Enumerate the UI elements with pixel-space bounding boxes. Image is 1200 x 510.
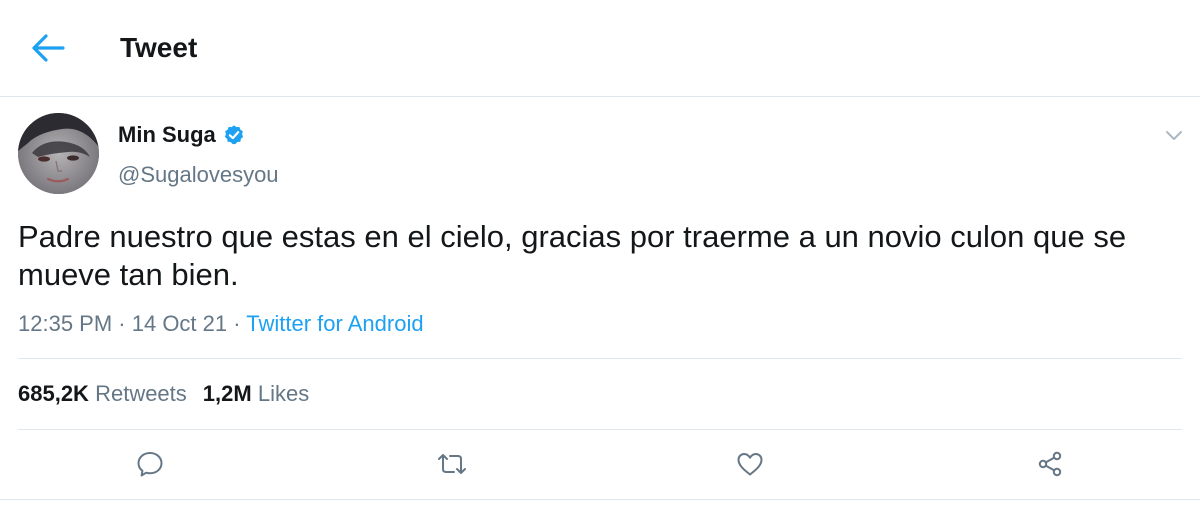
display-name[interactable]: Min Suga bbox=[118, 122, 216, 148]
action-bar bbox=[0, 440, 1200, 490]
divider bbox=[18, 358, 1182, 359]
share-icon bbox=[1038, 451, 1062, 477]
back-button[interactable] bbox=[26, 28, 70, 68]
retweets-count: 685,2K bbox=[18, 381, 89, 406]
retweet-icon bbox=[438, 454, 466, 474]
separator: · bbox=[227, 311, 247, 336]
separator: · bbox=[112, 311, 132, 336]
likes-count: 1,2M bbox=[202, 381, 252, 406]
profile-photo-image bbox=[18, 113, 99, 194]
share-button[interactable] bbox=[1032, 446, 1068, 482]
likes-label: Likes bbox=[257, 381, 310, 406]
retweet-button[interactable] bbox=[434, 446, 470, 482]
user-handle[interactable]: @Sugalovesyou bbox=[118, 162, 279, 188]
like-button[interactable] bbox=[732, 446, 768, 482]
likes-stat[interactable]: 1,2M Likes bbox=[203, 381, 309, 406]
tweet-metadata: 12:35 PM · 14 Oct 21 · Twitter for Andro… bbox=[18, 311, 424, 337]
chevron-down-icon bbox=[1166, 131, 1182, 140]
tweet-stats: 685,2K Retweets 1,2M Likes bbox=[18, 381, 309, 407]
tweet-time: 12:35 PM bbox=[18, 311, 113, 336]
top-bar: Tweet bbox=[0, 0, 1200, 97]
verified-badge-icon bbox=[223, 124, 245, 146]
tweet-source-link[interactable]: Twitter for Android bbox=[246, 311, 423, 336]
divider bbox=[0, 499, 1200, 500]
like-icon bbox=[737, 453, 763, 476]
tweet-text: Padre nuestro que estas en el cielo, gra… bbox=[18, 219, 1127, 292]
divider bbox=[18, 429, 1182, 430]
author-name-row: Min Suga bbox=[118, 122, 245, 148]
tweet-date: 14 Oct 21 bbox=[131, 311, 228, 336]
arrow-left-icon bbox=[32, 34, 65, 62]
more-options-button[interactable] bbox=[1160, 124, 1188, 148]
avatar[interactable] bbox=[18, 113, 99, 194]
reply-button[interactable] bbox=[132, 446, 168, 482]
retweets-stat[interactable]: 685,2K Retweets bbox=[18, 381, 187, 406]
reply-icon bbox=[137, 452, 163, 477]
page-title: Tweet bbox=[120, 32, 198, 63]
retweets-label: Retweets bbox=[95, 381, 187, 406]
